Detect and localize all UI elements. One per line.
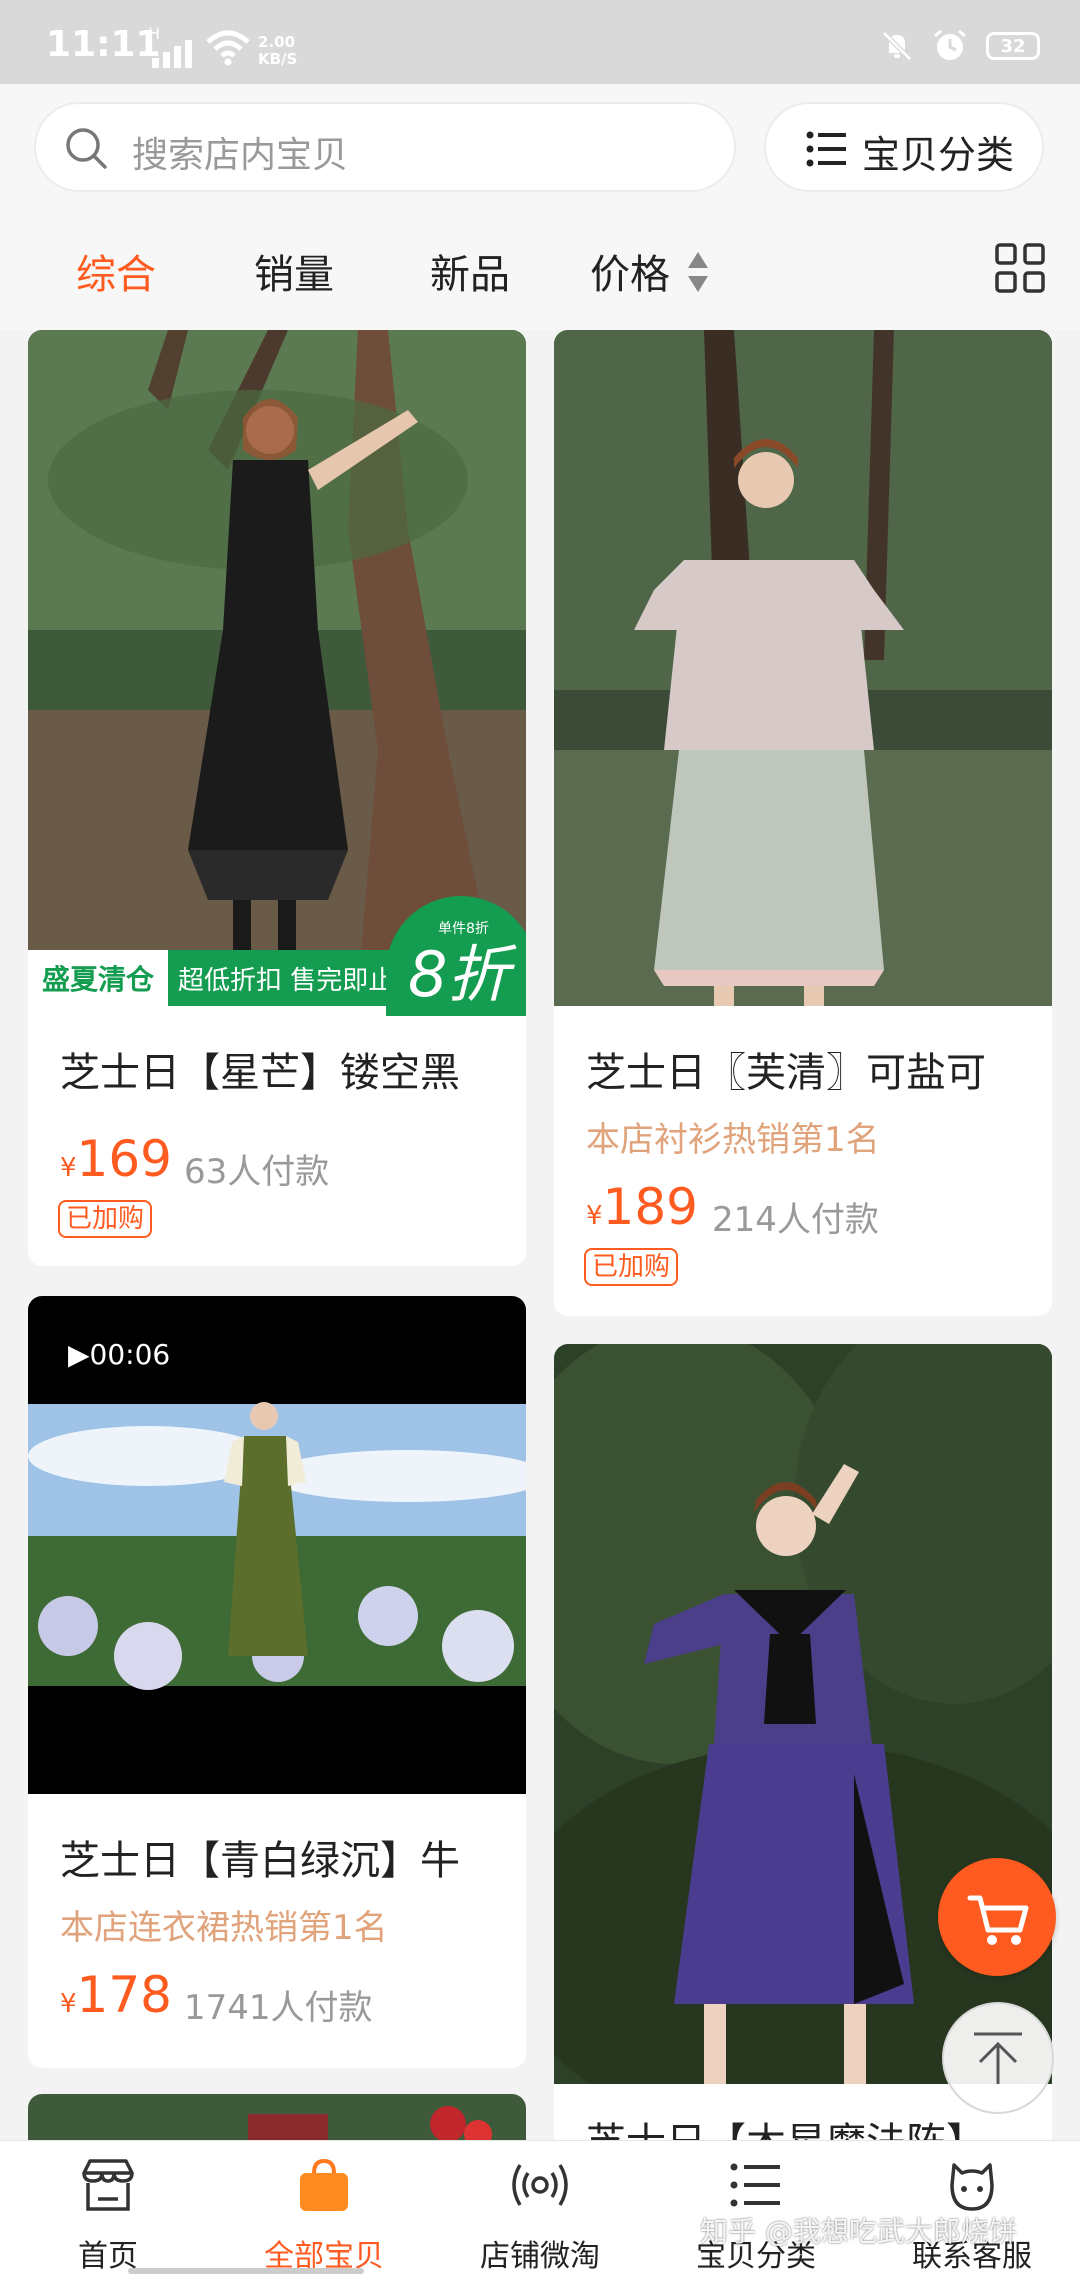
nav-all-items[interactable]: 全部宝贝 [216,2141,432,2281]
signal-icon [152,40,192,68]
product-card[interactable]: ▶00:06 芝士日【青白绿沉】牛 本店连衣裙热销第1名 ¥178 1741人付… [28,1296,526,2068]
sold-count: 1741人付款 [184,1988,373,2028]
product-subtitle: 本店连衣裙热销第1名 [60,1908,388,1948]
product-price: ¥189 [586,1178,698,1236]
discount-badge-big: 8折 [408,938,510,1011]
network-speed: 2.00 KB/S [258,34,297,68]
wifi-icon [206,30,250,66]
product-image [554,330,1052,1006]
currency-symbol: ¥ [60,1153,77,1183]
mute-bell-icon [882,31,912,61]
product-price: ¥178 [60,1966,172,2024]
header: 搜索店内宝贝 宝贝分类 综合 销量 新品 价格 [0,84,1080,330]
tab-new[interactable]: 新品 [430,242,510,300]
watermark: 知乎 @我想吃武大郎烧饼 [700,2215,1017,2248]
tab-price[interactable]: 价格 [590,242,670,300]
price-value: 178 [76,1966,172,2024]
product-card[interactable]: 芝士日〖芙清〗可盐可 本店衬衫热销第1名 ¥189 214人付款 已加购 [554,330,1052,1316]
search-icon [66,128,107,169]
search-input[interactable]: 搜索店内宝贝 [34,102,736,192]
list-icon [806,131,846,167]
sold-count: 63人付款 [184,1152,330,1192]
grid-view-icon[interactable] [994,242,1046,294]
search-placeholder: 搜索店内宝贝 [132,135,349,176]
product-subtitle: 本店衬衫热销第1名 [586,1120,880,1160]
currency-symbol: ¥ [586,1201,603,1231]
list-icon [730,2163,780,2207]
cart-icon [967,1895,1029,1945]
broadcast-icon [512,2164,568,2206]
status-time: 11:11 [46,24,161,65]
nav-home[interactable]: 首页 [0,2141,216,2281]
category-button-label: 宝贝分类 [862,133,1015,177]
product-price: ¥169 [60,1130,172,1188]
currency-symbol: ¥ [60,1989,77,2019]
cart-button[interactable] [938,1858,1056,1976]
price-value: 169 [76,1130,172,1188]
in-cart-tag: 已加购 [584,1248,679,1286]
category-button[interactable]: 宝贝分类 [764,102,1044,192]
video-duration: ▶00:06 [68,1338,171,1371]
sold-count: 214人付款 [712,1200,879,1240]
nav-weitao[interactable]: 店铺微淘 [432,2141,648,2281]
promo-text: 超低折扣 售完即止 [178,966,395,996]
service-icon [950,2163,994,2211]
speed-value: 2.00 [258,33,296,51]
product-title: 芝士日【星芒】镂空黑 [60,1050,460,1096]
promo-label: 盛夏清仓 [28,950,168,1006]
price-value: 189 [602,1178,698,1236]
battery-indicator: 32 [986,32,1040,60]
shop-icon [82,2159,134,2211]
status-bar: 11:11 H 2.00 KB/S 32 [0,0,1080,84]
speed-unit: KB/S [258,50,298,68]
product-card[interactable]: 盛夏清仓 超低折扣 售完即止 单件8折 8折 芝士日【星芒】镂空黑 ¥169 6… [28,330,526,1266]
back-to-top-button[interactable] [942,2002,1054,2114]
arrow-up-icon [974,2032,1022,2084]
home-indicator [128,2268,364,2274]
alarm-icon [934,29,966,60]
tab-sales[interactable]: 销量 [254,242,334,300]
bag-icon [300,2158,348,2211]
tab-comprehensive[interactable]: 综合 [76,242,156,300]
nav-label: 店铺微淘 [480,2239,600,2274]
sort-arrows-icon[interactable] [686,250,710,294]
in-cart-tag: 已加购 [58,1200,153,1238]
product-title: 芝士日〖芙清〗可盐可 [586,1050,986,1096]
product-title: 芝士日【青白绿沉】牛 [60,1838,460,1884]
